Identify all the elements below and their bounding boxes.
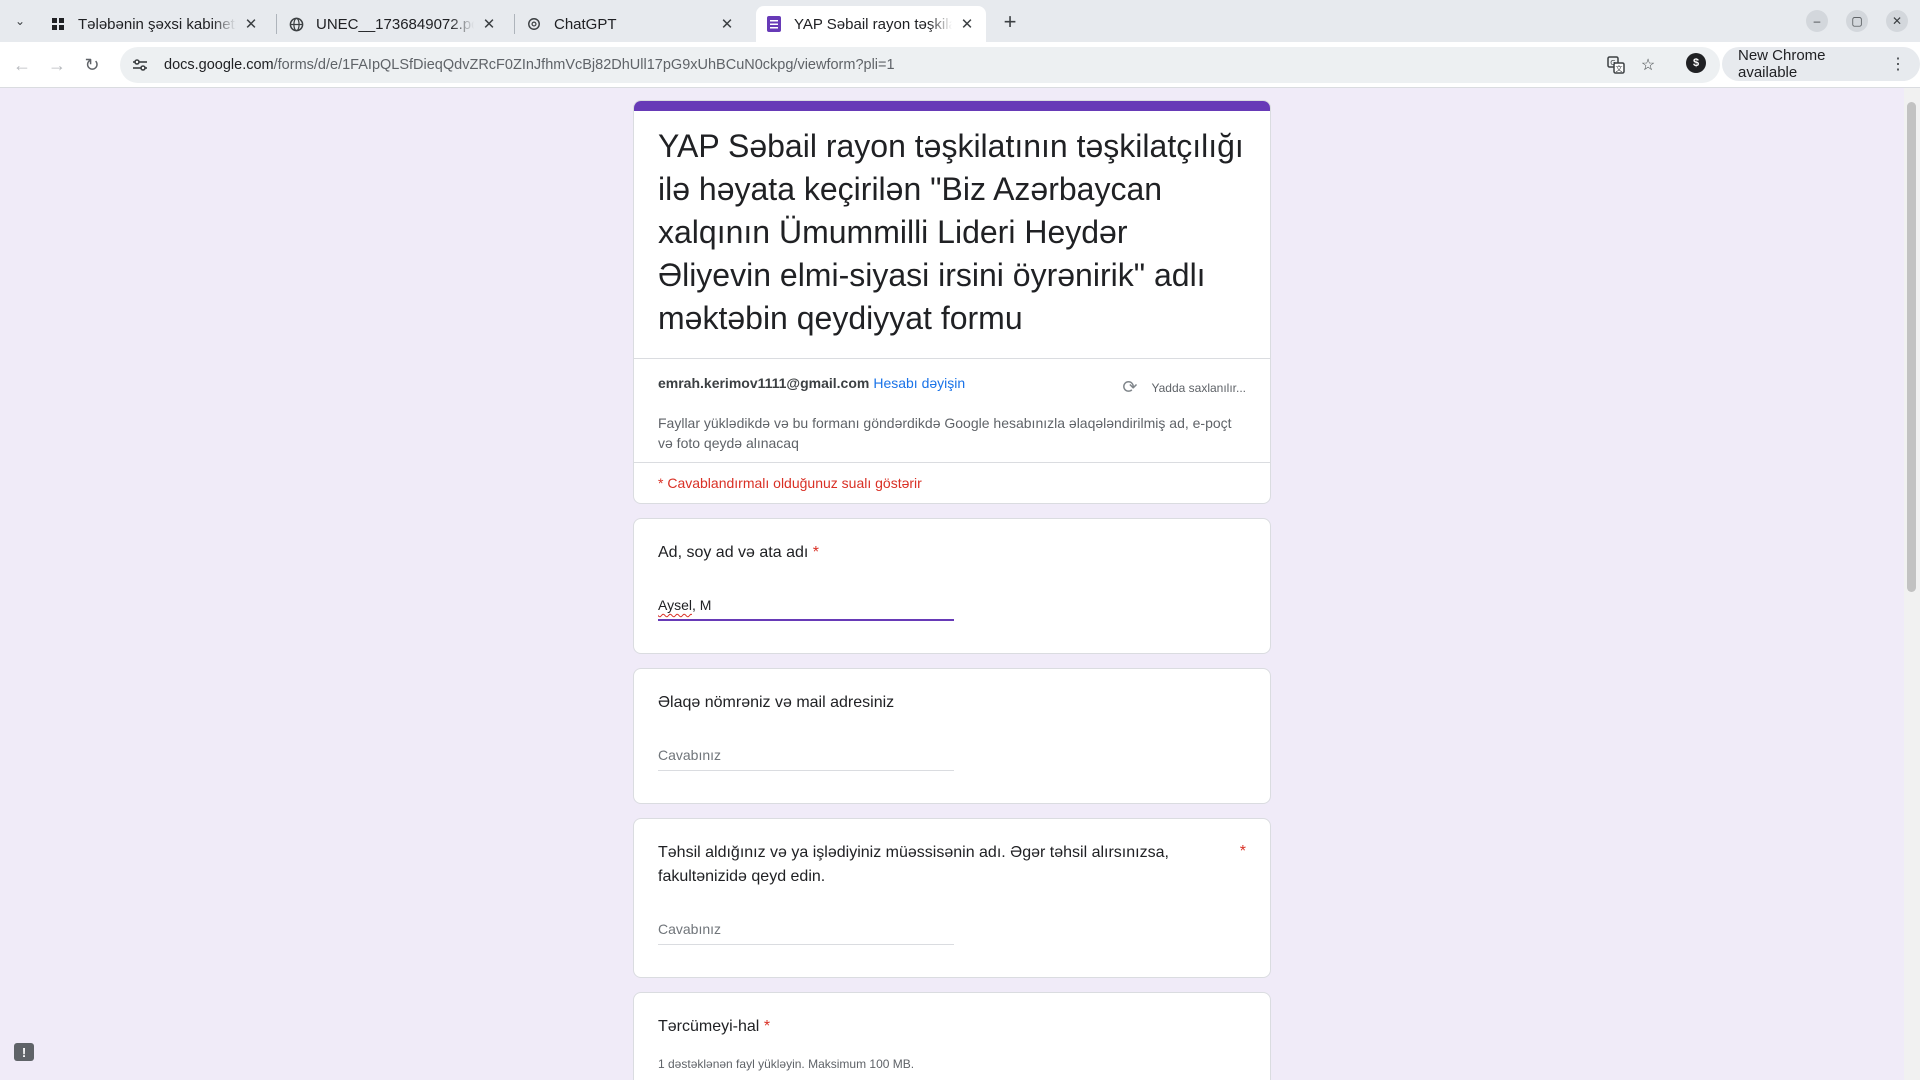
bookmark-star-icon[interactable]: ☆ [1636,53,1660,77]
scrollbar-thumb[interactable] [1907,102,1916,592]
browser-toolbar: ← → ↻ docs.google.com/forms/d/e/1FAIpQLS… [0,42,1920,88]
contact-input[interactable]: Cavabınız [658,741,954,771]
question-title: Ad, soy ad və ata adı * [658,541,819,565]
url-text: docs.google.com/forms/d/e/1FAIpQLSfDieqQ… [164,57,895,73]
account-section: emrah.kerimov1111@gmail.com Hesabı dəyişi… [634,359,1270,463]
question-title-text: Ad, soy ad və ata adı [658,544,809,561]
url-host: docs.google.com [164,57,274,73]
reload-icon: ↻ [84,54,100,75]
grid-icon [50,16,66,32]
question-title: Tərcümeyi-hal * [658,1015,770,1039]
account-note: Fayllar yüklədikdə və bu formanı göndərd… [658,415,1232,451]
close-icon[interactable]: ✕ [958,15,976,33]
question-card: Ad, soy ad və ata adı * Aysel, M [633,518,1271,654]
question-card: Tərcümeyi-hal * 1 dəstəklənən fayl yüklə… [633,992,1271,1080]
extension-icon[interactable]: $ [1686,53,1706,73]
forward-button[interactable]: → [45,53,69,77]
close-icon[interactable]: ✕ [242,15,260,33]
full-name-input[interactable]: Aysel, M [658,591,954,621]
tab-student-cabinet[interactable]: Tələbənin şəxsi kabineti ✕ [40,6,270,42]
chrome-update-button[interactable]: New Chrome available ⋮ [1722,47,1920,81]
required-asterisk: * [763,1018,771,1035]
translate-icon[interactable]: G文 [1604,53,1628,77]
forms-icon [766,16,782,32]
arrow-left-icon: ← [13,54,31,75]
required-asterisk: * [1239,843,1246,860]
reload-button[interactable]: ↻ [80,53,104,77]
plus-icon: + [1003,9,1017,34]
minimize-button[interactable]: – [1806,10,1828,32]
question-title-text: Təhsil aldığınız və ya işlədiyiniz müəss… [658,844,1169,885]
more-vert-icon: ⋮ [1890,56,1906,73]
required-asterisk: * [812,544,820,561]
saving-status-text: Yadda saxlanılır... [1151,380,1247,395]
close-icon[interactable]: ✕ [480,15,498,33]
tab-chatgpt[interactable]: ChatGPT ✕ [516,6,746,42]
institution-input[interactable]: Cavabınız [658,915,954,945]
tab-separator [276,14,277,34]
svg-text:文: 文 [1616,64,1623,73]
globe-icon [288,16,304,32]
restore-button[interactable]: ▢ [1846,10,1868,32]
tab-strip: ⌄ Tələbənin şəxsi kabineti ✕ UNEC__17368… [0,0,1920,42]
question-title-text: Tərcümeyi-hal [658,1018,760,1035]
report-feedback-button[interactable]: ! [12,1040,36,1064]
question-card: Əlaqə nömrəniz və mail adresiniz Cavabın… [633,668,1271,804]
site-info-icon[interactable] [126,51,154,79]
input-value-word: Aysel [658,597,692,613]
close-icon: ✕ [1891,14,1903,28]
chevron-down-icon: ⌄ [14,14,26,28]
upload-hint: 1 dəstəklənən fayl yükləyin. Maksimum 10… [658,1057,915,1071]
form-header-card: YAP Səbail rayon təşkilatının təşkilatçı… [633,100,1271,504]
restore-icon: ▢ [1851,14,1863,28]
saving-status: ⟳ Yadda saxlanılır... [1122,377,1246,398]
address-bar[interactable]: docs.google.com/forms/d/e/1FAIpQLSfDieqQ… [120,47,1720,83]
chatgpt-icon [526,16,542,32]
feedback-icon: ! [14,1043,34,1061]
question-title: Əlaqə nömrəniz və mail adresiniz [658,691,894,715]
tab-google-form[interactable]: YAP Səbail rayon təşkilatı ✕ [756,6,986,42]
question-title: Təhsil aldığınız və ya işlədiyiniz müəss… [658,841,1178,889]
input-value-rest: , M [691,597,712,613]
form-accent-bar [634,101,1270,111]
question-title-text: Əlaqə nömrəniz və mail adresiniz [658,694,895,711]
account-email: emrah.kerimov1111@gmail.com [658,375,870,391]
tab-separator [514,14,515,34]
tab-title: Tələbənin şəxsi kabineti [78,15,236,33]
tab-unec-pdf[interactable]: UNEC__1736849072.pdf ✕ [278,6,508,42]
tab-title: UNEC__1736849072.pdf [316,15,474,33]
url-path: /forms/d/e/1FAIpQLSfDieqQdvZRcF0ZInJfhmV… [273,57,895,73]
arrow-right-icon: → [48,54,66,75]
question-card: Təhsil aldığınız və ya işlədiyiniz müəss… [633,818,1271,978]
tab-search-button[interactable]: ⌄ [8,10,32,32]
close-icon[interactable]: ✕ [718,15,736,33]
switch-account-link[interactable]: Hesabı dəyişin [873,375,965,391]
minimize-icon: – [1813,14,1821,28]
close-window-button[interactable]: ✕ [1886,10,1908,32]
new-tab-button[interactable]: + [996,8,1024,36]
sync-icon: ⟳ [1122,377,1138,397]
form-title: YAP Səbail rayon təşkilatının təşkilatçı… [634,111,1270,359]
tab-title: YAP Səbail rayon təşkilatı [794,15,952,33]
back-button[interactable]: ← [10,53,34,77]
required-note: * Cavablandırmalı olduğunuz sualı göstər… [658,475,922,491]
chrome-update-label: New Chrome available [1738,47,1826,81]
tab-title: ChatGPT [554,15,617,33]
